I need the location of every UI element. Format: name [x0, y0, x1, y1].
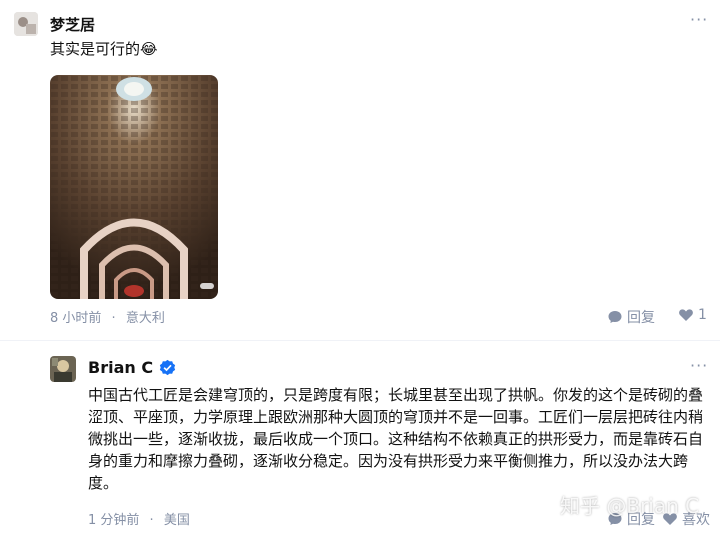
- comment-location: 美国: [163, 513, 190, 528]
- comment-text-content: 其实是可行的: [50, 40, 141, 58]
- comment-image[interactable]: [50, 75, 218, 299]
- comment-author[interactable]: 梦芝居: [50, 14, 95, 35]
- heart-icon: [679, 309, 693, 321]
- comment-time: 1 分钟前: [88, 513, 140, 528]
- author-name: Brian C: [88, 358, 154, 377]
- verified-badge-icon: [159, 359, 176, 376]
- more-options-button[interactable]: ···: [690, 10, 708, 29]
- avatar-image: [14, 12, 38, 36]
- dome-interior-photo: [50, 75, 218, 299]
- comment-meta: 8 小时前 · 意大利: [50, 307, 165, 326]
- divider: [0, 340, 720, 341]
- comment-meta: 1 分钟前 · 美国: [88, 509, 190, 528]
- comment-time: 8 小时前: [50, 311, 102, 326]
- meta-separator: ·: [149, 513, 154, 528]
- avatar[interactable]: [50, 356, 76, 382]
- like-count: 1: [698, 307, 707, 323]
- comment-text: 中国古代工匠是会建穹顶的，只是跨度有限；长城里甚至出现了拱帆。你发的这个是砖砌的…: [88, 386, 704, 492]
- reply-label: 回复: [627, 310, 655, 326]
- watermark: 知乎 @Brian C: [560, 494, 700, 518]
- reply-button[interactable]: 回复: [607, 307, 655, 327]
- like-button[interactable]: 1: [678, 307, 707, 323]
- more-options-button[interactable]: ···: [690, 356, 708, 375]
- avatar[interactable]: [14, 12, 38, 36]
- laughing-emoji-icon: 😂: [140, 40, 158, 58]
- comment-author[interactable]: Brian C: [88, 358, 176, 377]
- comment-location: 意大利: [125, 311, 165, 326]
- avatar-image: [50, 356, 76, 382]
- meta-separator: ·: [111, 311, 116, 326]
- comment-text: 其实是可行的😂: [50, 38, 158, 60]
- reply-icon: [608, 311, 622, 323]
